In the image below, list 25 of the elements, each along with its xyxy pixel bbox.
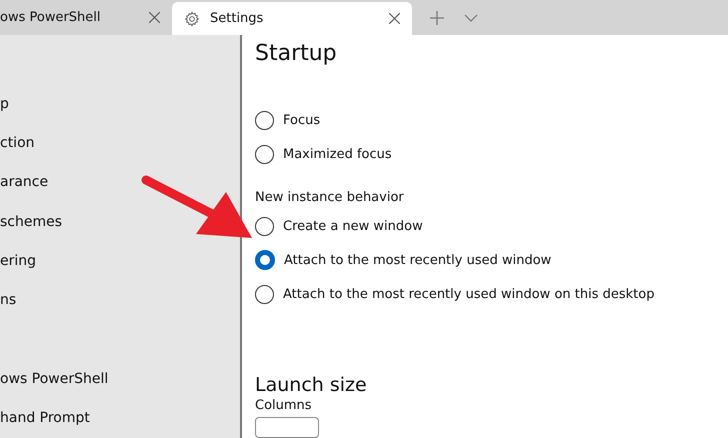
sidebar-item[interactable]: ction [0, 123, 35, 163]
sidebar-item[interactable]: p [0, 84, 9, 124]
settings-icon [184, 10, 200, 26]
sidebar-item[interactable]: hand Prompt [0, 398, 90, 438]
radio-option[interactable]: Focus [255, 103, 728, 138]
tab[interactable]: Settings [172, 2, 412, 35]
add-tab-icon[interactable] [430, 10, 444, 24]
field-label: Columns [255, 398, 313, 413]
page-title: Startup [255, 41, 338, 68]
radio-option[interactable]: Create a new window [255, 209, 728, 244]
chevron-down-icon[interactable] [464, 14, 478, 22]
sidebar-item[interactable]: ns [0, 280, 16, 320]
sidebar-item[interactable]: ows PowerShell [0, 359, 108, 399]
radio-option[interactable]: Attach to the most recently used window on this desktop [255, 277, 728, 312]
sidebar-item[interactable]: ering [0, 241, 36, 281]
tab[interactable]: ows PowerShell [0, 0, 172, 35]
sidebar-item[interactable]: schemes [0, 202, 62, 242]
sidebar-item[interactable]: arance [0, 162, 48, 202]
input-field[interactable] [255, 416, 319, 438]
close-icon[interactable] [389, 13, 400, 24]
close-icon[interactable] [149, 12, 160, 23]
section-title: Launch size [255, 374, 368, 396]
section-label: New instance behavior [255, 188, 405, 207]
radio-option[interactable]: Maximized focus [255, 138, 728, 172]
radio-option[interactable]: Attach to the most recently used window [255, 243, 728, 278]
